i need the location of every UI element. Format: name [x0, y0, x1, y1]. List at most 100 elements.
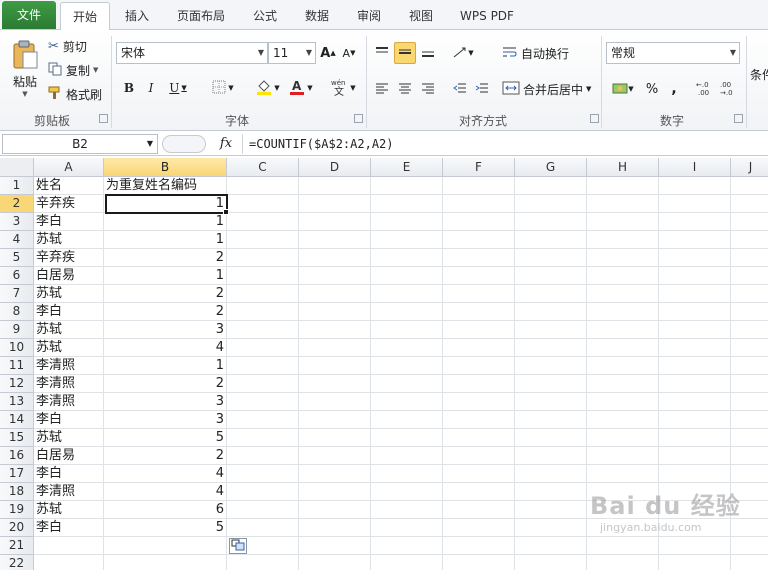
align-bottom-button[interactable] [418, 42, 438, 64]
cell-empty[interactable] [587, 447, 659, 465]
cell-empty[interactable] [659, 447, 731, 465]
cell-empty[interactable] [659, 393, 731, 411]
cell-empty[interactable] [731, 303, 768, 321]
column-header-j[interactable]: J [731, 158, 768, 177]
cell-empty[interactable] [515, 177, 587, 195]
cell-empty[interactable] [515, 465, 587, 483]
cell-empty[interactable] [659, 177, 731, 195]
cell-empty[interactable] [443, 249, 515, 267]
column-header-f[interactable]: F [443, 158, 515, 177]
cell-empty[interactable] [587, 465, 659, 483]
cell-empty[interactable] [299, 519, 371, 537]
cell-empty[interactable] [227, 177, 299, 195]
cell-code[interactable]: 5 [104, 429, 227, 447]
cell-empty[interactable] [371, 321, 443, 339]
cell-empty[interactable] [659, 213, 731, 231]
cell-empty[interactable] [731, 555, 768, 570]
cell-empty[interactable] [659, 249, 731, 267]
cell-empty[interactable] [443, 519, 515, 537]
tab-review[interactable]: 审阅 [344, 2, 394, 30]
cell-empty[interactable] [515, 411, 587, 429]
cell-code[interactable]: 为重复姓名编码 [104, 177, 227, 195]
underline-button[interactable]: U ▼ [163, 78, 193, 98]
tab-wps-pdf[interactable]: WPS PDF [450, 2, 524, 30]
cell-name[interactable]: 苏轼 [34, 321, 104, 339]
cell-empty[interactable] [371, 213, 443, 231]
cell-empty[interactable] [443, 339, 515, 357]
conditional-format-button[interactable]: 条件 [750, 64, 768, 84]
row-header[interactable]: 17 [0, 465, 34, 483]
cell-code[interactable]: 3 [104, 321, 227, 339]
cell-empty[interactable] [299, 465, 371, 483]
cell-empty[interactable] [371, 429, 443, 447]
alignment-launcher-icon[interactable] [590, 114, 599, 123]
cell-empty[interactable] [731, 195, 768, 213]
cell-empty[interactable] [587, 231, 659, 249]
align-left-button[interactable] [372, 78, 392, 100]
cell-empty[interactable] [515, 483, 587, 501]
cell-empty[interactable] [443, 213, 515, 231]
row-header[interactable]: 20 [0, 519, 34, 537]
align-top-button[interactable] [372, 42, 392, 64]
cell-empty[interactable] [731, 267, 768, 285]
cell-empty[interactable] [299, 555, 371, 570]
column-header-g[interactable]: G [515, 158, 587, 177]
tab-insert[interactable]: 插入 [112, 2, 162, 30]
cell-empty[interactable] [515, 249, 587, 267]
cell-name[interactable]: 辛弃疾 [34, 249, 104, 267]
cell-code[interactable]: 2 [104, 375, 227, 393]
cell-code[interactable]: 1 [104, 213, 227, 231]
cell-empty[interactable] [227, 519, 299, 537]
font-size-select[interactable]: 11 ▼ [268, 42, 316, 64]
cell-code[interactable]: 1 [104, 357, 227, 375]
row-header[interactable]: 14 [0, 411, 34, 429]
cell-empty[interactable] [443, 195, 515, 213]
cell-empty[interactable] [515, 537, 587, 555]
cell-empty[interactable] [587, 555, 659, 570]
cell-empty[interactable] [659, 267, 731, 285]
cell-empty[interactable] [299, 339, 371, 357]
cell-empty[interactable] [659, 429, 731, 447]
cell-empty[interactable] [371, 339, 443, 357]
cell-name[interactable]: 辛弃疾 [34, 195, 104, 213]
cell-name[interactable]: 白居易 [34, 267, 104, 285]
cell-empty[interactable] [515, 393, 587, 411]
cell-empty[interactable] [515, 555, 587, 570]
cell-empty[interactable] [227, 249, 299, 267]
cell-empty[interactable] [659, 231, 731, 249]
tab-formulas[interactable]: 公式 [240, 2, 290, 30]
italic-button[interactable]: I [141, 78, 161, 98]
cell-empty[interactable] [443, 429, 515, 447]
cell-code[interactable] [104, 537, 227, 555]
cell-empty[interactable] [731, 249, 768, 267]
cell-empty[interactable] [371, 501, 443, 519]
cell-empty[interactable] [227, 483, 299, 501]
cell-empty[interactable] [443, 501, 515, 519]
cell-empty[interactable] [515, 375, 587, 393]
cell-empty[interactable] [731, 213, 768, 231]
number-format-select[interactable]: 常规 ▼ [606, 42, 740, 64]
row-header[interactable]: 3 [0, 213, 34, 231]
cell-empty[interactable] [659, 555, 731, 570]
cell-empty[interactable] [587, 195, 659, 213]
cell-empty[interactable] [731, 321, 768, 339]
cell-code[interactable]: 3 [104, 411, 227, 429]
cell-name[interactable]: 苏轼 [34, 285, 104, 303]
tab-view[interactable]: 视图 [396, 2, 446, 30]
cell-code[interactable]: 1 [104, 267, 227, 285]
cell-empty[interactable] [731, 465, 768, 483]
row-header[interactable]: 19 [0, 501, 34, 519]
cell-empty[interactable] [371, 411, 443, 429]
cell-empty[interactable] [299, 195, 371, 213]
cell-empty[interactable] [371, 357, 443, 375]
cell-name[interactable]: 李清照 [34, 393, 104, 411]
cell-empty[interactable] [299, 501, 371, 519]
cell-empty[interactable] [371, 555, 443, 570]
cell-empty[interactable] [587, 429, 659, 447]
cell-empty[interactable] [227, 303, 299, 321]
align-middle-button[interactable] [394, 42, 416, 64]
row-header[interactable]: 16 [0, 447, 34, 465]
font-launcher-icon[interactable] [354, 114, 363, 123]
row-header[interactable]: 4 [0, 231, 34, 249]
cell-empty[interactable] [587, 213, 659, 231]
